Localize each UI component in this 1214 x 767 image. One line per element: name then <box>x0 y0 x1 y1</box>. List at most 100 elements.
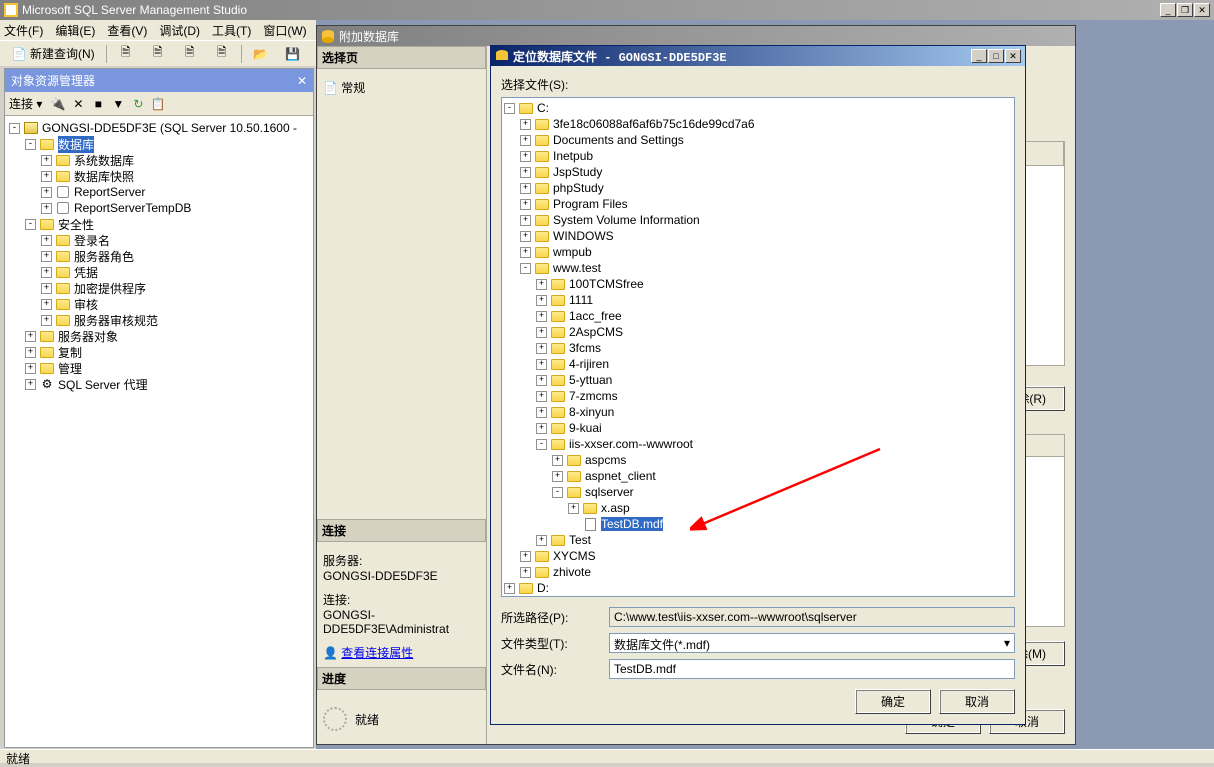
expand-icon[interactable]: + <box>41 251 52 262</box>
menu-tools[interactable]: 工具(T) <box>212 22 251 39</box>
expand-icon[interactable]: + <box>41 235 52 246</box>
type-dropdown[interactable]: 数据库文件(*.mdf)▾ <box>609 633 1015 653</box>
expand-icon[interactable]: + <box>568 503 579 514</box>
tree-folder[interactable]: +7-zmcms <box>504 388 1012 404</box>
connect-dropdown[interactable]: 连接 ▾ <box>9 95 42 112</box>
tree-folder[interactable]: +x.asp <box>504 500 1012 516</box>
tree-folder[interactable]: +Documents and Settings <box>504 132 1012 148</box>
expand-icon[interactable]: + <box>552 455 563 466</box>
expand-icon[interactable]: + <box>520 151 531 162</box>
expand-icon[interactable]: + <box>25 379 36 390</box>
tb-btn-3[interactable]: 🗎 <box>175 43 205 65</box>
expand-icon[interactable]: + <box>536 423 547 434</box>
tree-folder[interactable]: +1111 <box>504 292 1012 308</box>
tree-folder[interactable]: +WINDOWS <box>504 228 1012 244</box>
tb-btn-4[interactable]: 🗎 <box>207 43 237 65</box>
expand-icon[interactable]: + <box>536 375 547 386</box>
tree-testdb-mdf[interactable]: TestDB.mdf <box>504 516 1012 532</box>
report-icon[interactable]: 📋 <box>150 96 166 112</box>
expand-icon[interactable]: + <box>520 215 531 226</box>
tree-folder[interactable]: +XYCMS <box>504 548 1012 564</box>
tree-server[interactable]: -GONGSI-DDE5DF3E (SQL Server 10.50.1600 … <box>9 120 309 136</box>
locate-ok-button[interactable]: 确定 <box>855 689 931 714</box>
tree-folder[interactable]: +9-kuai <box>504 420 1012 436</box>
expand-icon[interactable]: + <box>520 567 531 578</box>
locate-title-bar[interactable]: 定位数据库文件 - GONGSI-DDE5DF3E _ □ ✕ <box>491 46 1025 66</box>
expand-icon[interactable]: + <box>520 167 531 178</box>
view-conn-link[interactable]: 👤 查看连接属性 <box>323 644 480 661</box>
collapse-icon[interactable]: - <box>9 123 20 134</box>
tree-folder[interactable]: +4-rijiren <box>504 356 1012 372</box>
expand-icon[interactable]: + <box>536 279 547 290</box>
expand-icon[interactable]: + <box>536 391 547 402</box>
menu-edit[interactable]: 编辑(E) <box>55 22 95 39</box>
expand-icon[interactable]: + <box>41 299 52 310</box>
tree-folder[interactable]: +aspcms <box>504 452 1012 468</box>
collapse-icon[interactable]: - <box>552 487 563 498</box>
tree-folder[interactable]: +100TCMSfree <box>504 276 1012 292</box>
expand-icon[interactable]: + <box>552 471 563 482</box>
locate-min-button[interactable]: _ <box>971 49 987 63</box>
connect-icon[interactable]: 🔌 <box>50 96 66 112</box>
locate-max-button[interactable]: □ <box>988 49 1004 63</box>
tree-folder[interactable]: +System Volume Information <box>504 212 1012 228</box>
tree-drive-d[interactable]: +D: <box>504 580 1012 596</box>
close-button[interactable]: ✕ <box>1194 3 1210 17</box>
refresh-icon[interactable]: ↻ <box>130 96 146 112</box>
tb-btn-2[interactable]: 🗎 <box>143 43 173 65</box>
panel-close-icon[interactable]: ✕ <box>297 74 307 88</box>
tree-security[interactable]: -安全性 <box>9 216 309 232</box>
menu-view[interactable]: 查看(V) <box>107 22 147 39</box>
expand-icon[interactable]: + <box>520 119 531 130</box>
file-tree[interactable]: -C: +3fe18c06088af6af6b75c16de99cd7a6 +D… <box>501 97 1015 597</box>
expand-icon[interactable]: + <box>536 343 547 354</box>
tree-sysdb[interactable]: +系统数据库 <box>9 152 309 168</box>
tree-folder[interactable]: +Test <box>504 532 1012 548</box>
expand-icon[interactable]: + <box>41 155 52 166</box>
tree-rst[interactable]: +ReportServerTempDB <box>9 200 309 216</box>
collapse-icon[interactable]: - <box>25 139 36 150</box>
filename-input[interactable] <box>609 659 1015 679</box>
tree-folder[interactable]: +aspnet_client <box>504 468 1012 484</box>
expand-icon[interactable]: + <box>520 551 531 562</box>
stop-icon[interactable]: ■ <box>90 96 106 112</box>
tree-roles[interactable]: +服务器角色 <box>9 248 309 264</box>
tree-mgmt[interactable]: +管理 <box>9 360 309 376</box>
page-general[interactable]: 📄 常规 <box>317 73 486 102</box>
locate-cancel-button[interactable]: 取消 <box>939 689 1015 714</box>
expand-icon[interactable]: + <box>520 135 531 146</box>
expand-icon[interactable]: + <box>520 183 531 194</box>
expand-icon[interactable]: + <box>41 171 52 182</box>
collapse-icon[interactable]: - <box>504 103 515 114</box>
tree-folder[interactable]: +Inetpub <box>504 148 1012 164</box>
tb-open[interactable]: 📂 <box>246 43 276 65</box>
tree-folder[interactable]: +zhivote <box>504 564 1012 580</box>
tree-folder[interactable]: +1acc_free <box>504 308 1012 324</box>
expand-icon[interactable]: + <box>41 203 52 214</box>
tree-cred[interactable]: +凭据 <box>9 264 309 280</box>
tree-iis-xxser[interactable]: -iis-xxser.com--wwwroot <box>504 436 1012 452</box>
disconnect-icon[interactable]: ✕ <box>70 96 86 112</box>
expand-icon[interactable]: + <box>41 315 52 326</box>
tb-save[interactable]: 💾 <box>278 43 308 65</box>
collapse-icon[interactable]: - <box>520 263 531 274</box>
expand-icon[interactable]: + <box>25 363 36 374</box>
filter-icon[interactable]: ▼ <box>110 96 126 112</box>
tree-folder[interactable]: +wmpub <box>504 244 1012 260</box>
menu-file[interactable]: 文件(F) <box>4 22 43 39</box>
menu-window[interactable]: 窗口(W) <box>263 22 306 39</box>
tree-audit[interactable]: +审核 <box>9 296 309 312</box>
expand-icon[interactable]: + <box>536 359 547 370</box>
maximize-button[interactable]: ❐ <box>1177 3 1193 17</box>
tree-drive-c[interactable]: -C: <box>504 100 1012 116</box>
collapse-icon[interactable]: - <box>25 219 36 230</box>
tree-folder[interactable]: +8-xinyun <box>504 404 1012 420</box>
tree-sqlserver[interactable]: -sqlserver <box>504 484 1012 500</box>
minimize-button[interactable]: _ <box>1160 3 1176 17</box>
tree-svrobj[interactable]: +服务器对象 <box>9 328 309 344</box>
expand-icon[interactable]: + <box>520 247 531 258</box>
expand-icon[interactable]: + <box>25 347 36 358</box>
expand-icon[interactable]: + <box>25 331 36 342</box>
tree-repl[interactable]: +复制 <box>9 344 309 360</box>
expand-icon[interactable]: + <box>504 583 515 594</box>
